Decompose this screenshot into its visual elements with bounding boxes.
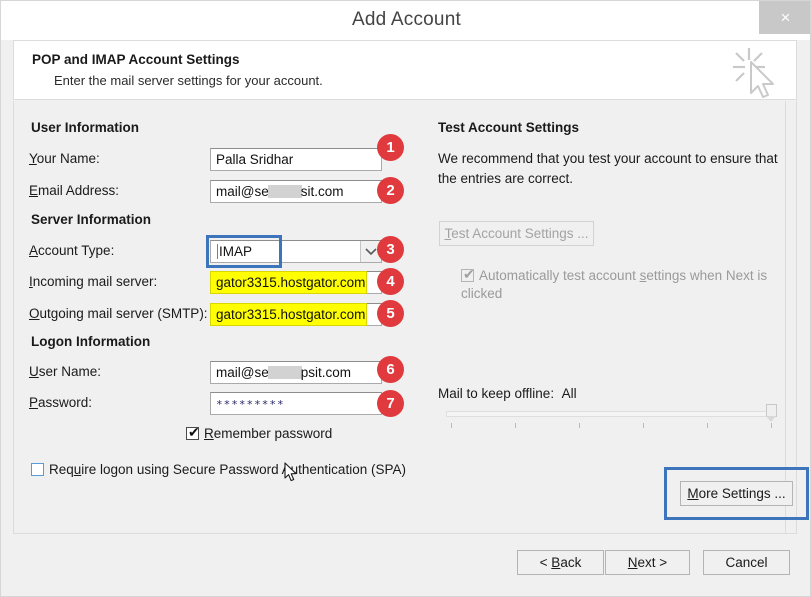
password-input[interactable]: *********	[210, 392, 382, 415]
page-subtitle: Enter the mail server settings for your …	[54, 73, 323, 88]
outgoing-server-label: Outgoing mail server (SMTP):	[29, 306, 208, 321]
account-type-label: Account Type:	[29, 243, 115, 258]
user-information-heading: User Information	[31, 120, 140, 135]
account-type-select[interactable]: IMAP	[210, 240, 382, 263]
window-title: Add Account	[352, 9, 461, 30]
username-prefix: mail@se	[216, 365, 269, 380]
accel-r: R	[204, 426, 214, 441]
badge-3: 3	[377, 236, 404, 263]
more-settings-button[interactable]: More Settings ...	[680, 481, 793, 506]
back-button[interactable]: < Back	[517, 550, 604, 575]
mail-offline-label: Mail to keep offline: All	[438, 386, 577, 401]
accel-p: P	[29, 395, 39, 410]
next-button[interactable]: Next >	[605, 550, 690, 575]
badge-1: 1	[377, 134, 404, 161]
email-suffix: sit.com	[300, 184, 344, 199]
accel-e: E	[29, 183, 39, 198]
badge-7: 7	[377, 390, 404, 417]
mail-offline-slider-track[interactable]	[446, 411, 776, 417]
require-spa-checkbox[interactable]: Require logon using Secure Password Auth…	[31, 461, 406, 479]
accel-b: B	[551, 555, 561, 570]
password-masked-value: *********	[216, 398, 285, 411]
add-account-dialog: Add Account × POP and IMAP Account Setti…	[0, 0, 811, 597]
badge-2: 2	[377, 177, 404, 204]
test-account-description: We recommend that you test your account …	[438, 151, 778, 186]
remember-password-checkbox[interactable]: ✔ Remember password	[186, 425, 332, 443]
accel-y: Y	[29, 151, 37, 166]
accel-a: A	[29, 243, 39, 258]
accel-m: M	[687, 486, 699, 501]
badge-6: 6	[377, 356, 404, 383]
username-suffix: psit.com	[300, 365, 351, 380]
logon-information-heading: Logon Information	[31, 334, 151, 349]
your-name-label: Your Name:	[29, 151, 100, 166]
server-information-heading: Server Information	[31, 212, 152, 227]
title-bar: Add Account ×	[1, 1, 810, 40]
dialog-header: POP and IMAP Account Settings Enter the …	[13, 40, 797, 100]
slider-tick	[451, 423, 452, 428]
page-title: POP and IMAP Account Settings	[32, 52, 240, 67]
auto-test-label: Automatically test account settings when…	[461, 268, 768, 301]
test-account-heading: Test Account Settings	[438, 120, 580, 135]
slider-tick	[515, 423, 516, 428]
slider-tick	[707, 423, 708, 428]
close-icon[interactable]: ×	[759, 1, 810, 34]
user-name-input[interactable]: mail@se psit.com	[210, 361, 382, 384]
test-account-settings-button[interactable]: Test Account Settings ...	[439, 221, 594, 246]
check-icon: ✔	[188, 424, 200, 440]
your-name-input[interactable]: Palla Sridhar	[210, 148, 382, 171]
account-type-value: IMAP	[219, 244, 253, 259]
user-name-label: User Name:	[29, 364, 102, 379]
text-caret	[217, 244, 218, 259]
password-label: Password:	[29, 395, 93, 410]
email-address-label: Email Address:	[29, 183, 120, 198]
panel-divider	[785, 101, 786, 533]
incoming-server-label: Incoming mail server:	[29, 274, 158, 289]
thumb-point	[766, 416, 776, 422]
badge-4: 4	[377, 268, 404, 295]
cursor-sparkle-icon	[724, 45, 784, 99]
auto-test-checkbox[interactable]: ✔ Automatically test account settings whe…	[461, 267, 781, 303]
accel-u: U	[29, 364, 39, 379]
redaction-block	[267, 185, 302, 198]
checkbox-box: ✔	[186, 424, 200, 440]
mail-offline-slider-thumb[interactable]	[766, 404, 777, 424]
require-spa-label: Require logon using Secure Password Auth…	[49, 462, 406, 477]
accel-n: N	[627, 555, 638, 570]
email-address-input[interactable]: mail@se sit.com	[210, 180, 382, 203]
checkbox-box	[31, 463, 44, 476]
accel-o: O	[29, 306, 40, 321]
check-icon: ✔	[463, 266, 475, 282]
slider-tick	[579, 423, 580, 428]
remember-password-label: Remember password	[204, 426, 333, 441]
email-prefix: mail@se	[216, 184, 269, 199]
slider-tick	[771, 423, 772, 428]
checkbox-box: ✔	[461, 266, 475, 282]
redaction-block	[267, 366, 302, 379]
footer-divider	[13, 533, 797, 534]
cancel-button[interactable]: Cancel	[703, 550, 790, 575]
incoming-server-highlight[interactable]: gator3315.hostgator.com	[210, 271, 367, 294]
slider-tick	[643, 423, 644, 428]
mail-offline-value: All	[561, 386, 577, 401]
badge-5: 5	[377, 300, 404, 327]
outgoing-server-highlight[interactable]: gator3315.hostgator.com	[210, 303, 367, 326]
